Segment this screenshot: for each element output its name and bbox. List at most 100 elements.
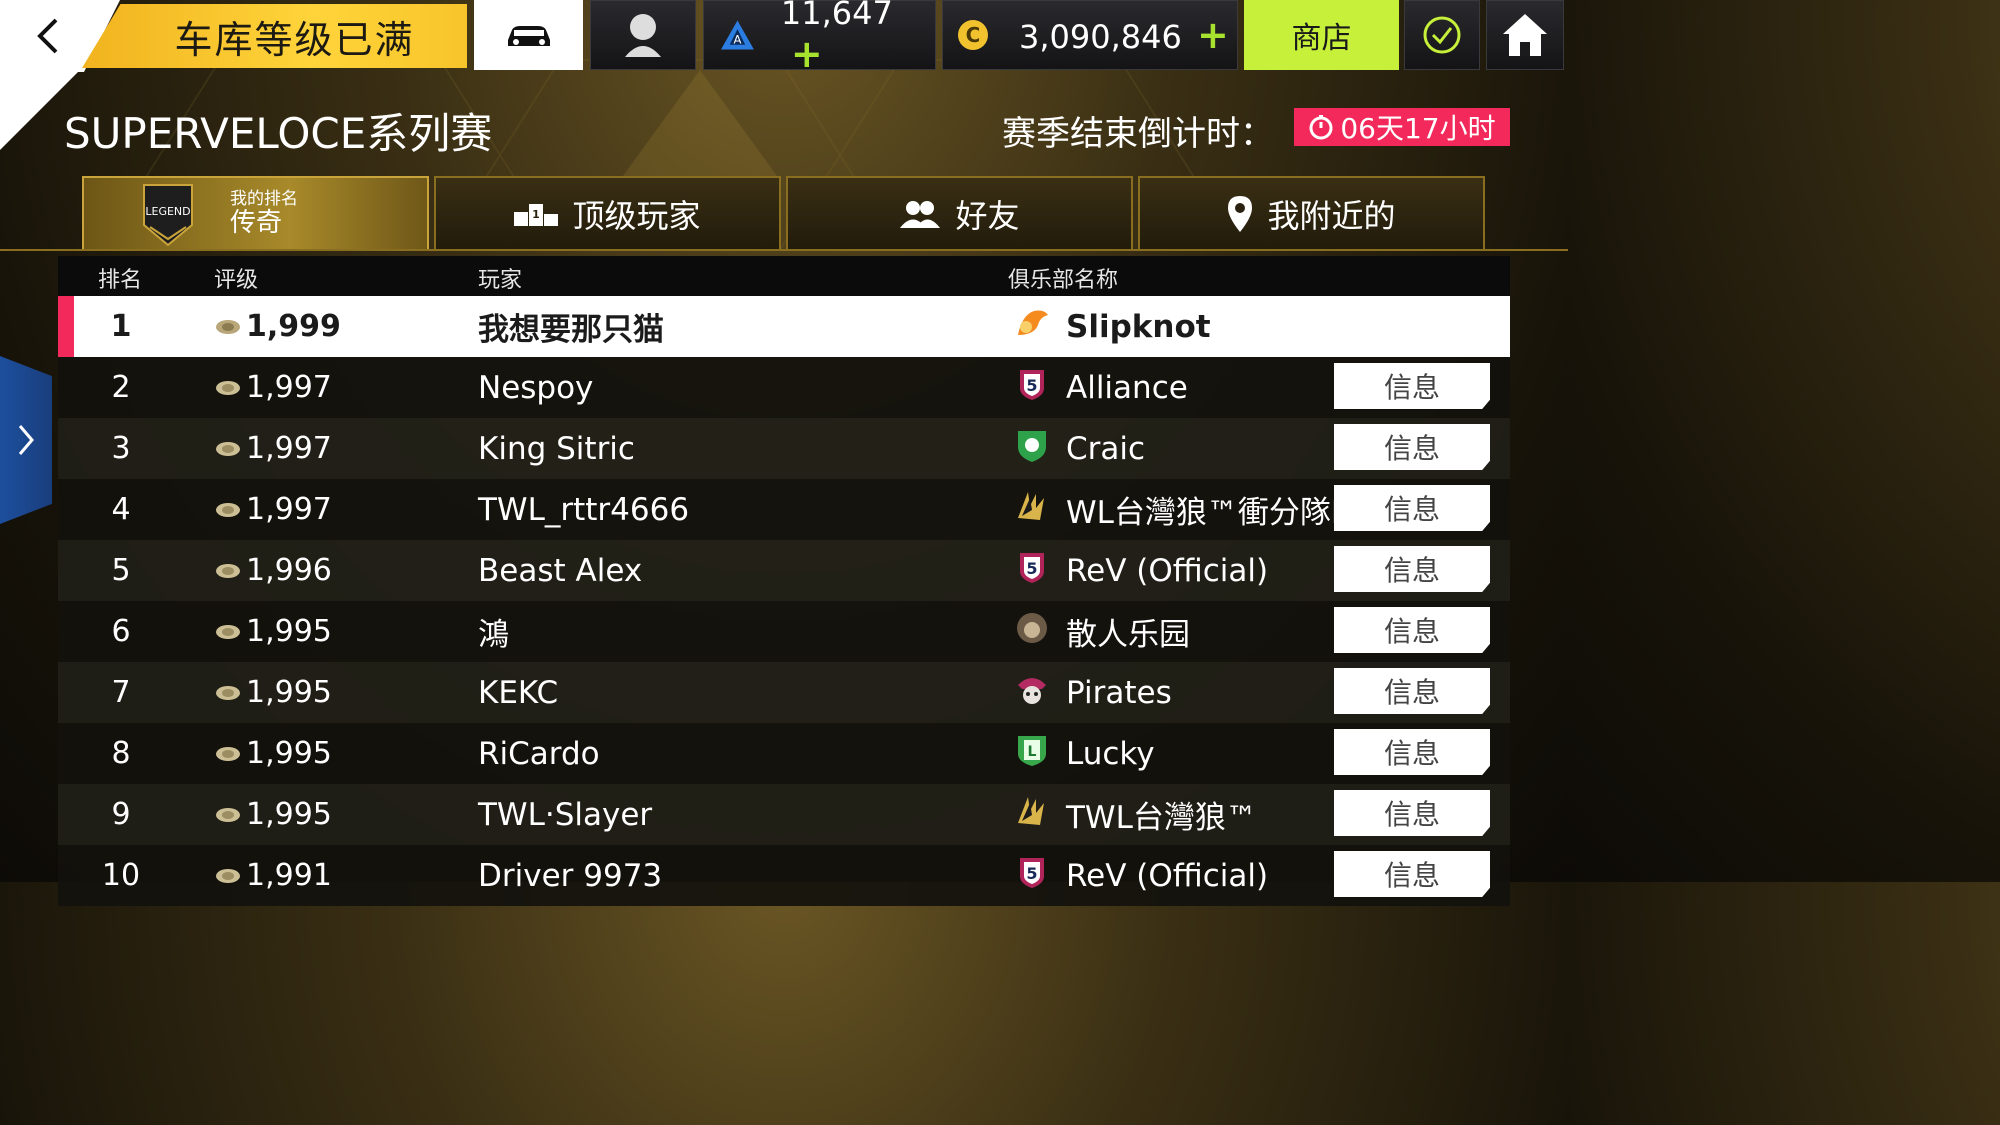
profile-button[interactable]: [590, 0, 696, 70]
row-club: 5 ReV (Official): [1014, 845, 1268, 906]
info-button[interactable]: 信息: [1334, 668, 1490, 714]
row-rating-value: 1,995: [246, 797, 332, 832]
row-rating-value: 1,995: [246, 675, 332, 710]
row-club-name: ReV (Official): [1066, 857, 1269, 894]
row-rank: 9: [111, 797, 131, 832]
row-club-name: WL台灣狼™衝分隊I: [1066, 495, 1341, 531]
leaderboard-row[interactable]: 9 1,995 TWL·Slayer TWL台灣狼™ 信息: [58, 784, 1510, 845]
row-player-name: KEKC: [478, 674, 559, 711]
row-player-name: 鴻: [478, 617, 509, 653]
rating-laurel-icon: [216, 441, 240, 456]
row-club-name: Craic: [1066, 430, 1146, 467]
svg-text:5: 5: [1026, 376, 1037, 395]
tab-top-players[interactable]: 1 顶级玩家: [434, 176, 781, 250]
row-rating-value: 1,997: [246, 492, 332, 527]
info-button[interactable]: 信息: [1334, 729, 1490, 775]
tab-nearby[interactable]: 我附近的: [1138, 176, 1485, 250]
season-countdown-label: 赛季结束倒计时：: [1002, 114, 1274, 154]
info-button[interactable]: 信息: [1334, 851, 1490, 897]
info-button[interactable]: 信息: [1334, 363, 1490, 409]
info-button[interactable]: 信息: [1334, 790, 1490, 836]
row-club: Pirates: [1014, 662, 1172, 723]
wolf-claw-icon: [1014, 488, 1050, 532]
friends-icon: [900, 201, 941, 228]
info-button[interactable]: 信息: [1334, 607, 1490, 653]
rating-laurel-icon: [216, 746, 240, 761]
row-club-name: ReV (Official): [1066, 552, 1269, 589]
leaderboard-row[interactable]: 3 1,997 King Sitric Craic 信息: [58, 418, 1510, 479]
add-tokens-button[interactable]: +: [791, 32, 823, 76]
row-rating: 1,995: [214, 784, 332, 845]
info-button[interactable]: 信息: [1334, 546, 1490, 592]
wolf-claw-icon: [1014, 793, 1050, 837]
leaderboard-row[interactable]: 8 1,995 RiCardo L Lucky 信息: [58, 723, 1510, 784]
stopwatch-icon: [1309, 115, 1333, 140]
token-icon: A: [720, 20, 754, 50]
lion-icon: [1014, 610, 1050, 654]
row-club-name: Lucky: [1066, 735, 1155, 772]
rating-laurel-icon: [216, 624, 240, 639]
row-rank: 4: [111, 492, 131, 527]
leaderboard-row[interactable]: 5 1,996 Beast Alex 5 ReV (Official) 信息: [58, 540, 1510, 601]
credits-value: 3,090,846: [1019, 18, 1182, 56]
my-player-row[interactable]: 1 1,999 我想要那只猫 Slipknot: [58, 296, 1510, 357]
tab-friends[interactable]: 好友: [786, 176, 1133, 250]
info-button[interactable]: 信息: [1334, 485, 1490, 531]
row-rating: 1,997: [214, 479, 332, 540]
row-player-name: King Sitric: [478, 430, 635, 467]
info-button[interactable]: 信息: [1334, 424, 1490, 470]
tab-top-players-label: 顶级玩家: [572, 197, 701, 235]
svg-text:5: 5: [1026, 559, 1037, 578]
chevron-right-icon: [18, 425, 34, 455]
row-player-name: 我想要那只猫: [478, 312, 664, 348]
profile-avatar-icon: [625, 14, 661, 57]
token-currency[interactable]: A 11,647 +: [703, 0, 936, 76]
row-player-name: Beast Alex: [478, 552, 643, 589]
row-rating: 1,997: [214, 357, 332, 418]
tasks-button[interactable]: [1404, 0, 1480, 70]
tab-my-rank[interactable]: LEGEND 我的排名 传奇: [82, 176, 429, 250]
row-rating-value: 1,995: [246, 614, 332, 649]
add-credits-button[interactable]: +: [1197, 13, 1229, 57]
legend-league-badge-icon: LEGEND: [143, 184, 193, 247]
pirate-icon: [1014, 671, 1050, 715]
row-club-name: TWL台灣狼™: [1066, 800, 1257, 836]
row-club-name: 散人乐园: [1066, 617, 1190, 653]
leaderboard-row[interactable]: 7 1,995 KEKC Pirates 信息: [58, 662, 1510, 723]
row-rank: 2: [111, 370, 131, 405]
row-rating: 1,995: [214, 723, 332, 784]
row-rank: 10: [101, 858, 141, 893]
shop-button[interactable]: 商店: [1244, 0, 1399, 70]
row-club: Slipknot: [1014, 296, 1211, 357]
location-pin-icon: [1228, 196, 1253, 232]
row-rating: 1,991: [214, 845, 332, 906]
row-rating-value: 1,991: [246, 858, 332, 893]
row-rank: 8: [111, 736, 131, 771]
podium-icon: 1: [514, 204, 559, 226]
home-icon: [1503, 14, 1547, 56]
rating-laurel-icon: [216, 563, 240, 578]
rating-laurel-icon: [216, 319, 240, 334]
green-l-icon: L: [1014, 732, 1050, 776]
leaderboard-row[interactable]: 4 1,997 TWL_rttr4666 WL台灣狼™衝分隊I 信息: [58, 479, 1510, 540]
garage-car-button[interactable]: [474, 0, 583, 70]
leaderboard-row[interactable]: 2 1,997 Nespoy 5 Alliance 信息: [58, 357, 1510, 418]
row-rating-value: 1,999: [246, 309, 341, 344]
svg-text:LEGEND: LEGEND: [145, 205, 190, 218]
row-rating-value: 1,997: [246, 370, 332, 405]
row-club: 5 ReV (Official): [1014, 540, 1268, 601]
home-button[interactable]: [1486, 0, 1564, 70]
credits-currency[interactable]: C 3,090,846 +: [942, 0, 1238, 70]
leaderboard-row[interactable]: 10 1,991 Driver 9973 5 ReV (Official) 信息: [58, 845, 1510, 906]
leaderboard-row[interactable]: 6 1,995 鴻 散人乐园 信息: [58, 601, 1510, 662]
shield-5-icon: 5: [1014, 549, 1050, 593]
car-icon: [507, 26, 550, 46]
svg-text:5: 5: [1026, 864, 1037, 883]
svg-text:A: A: [733, 33, 741, 47]
svg-text:1: 1: [533, 208, 541, 221]
svg-text:C: C: [966, 23, 981, 47]
row-club: WL台灣狼™衝分隊I: [1014, 479, 1340, 540]
side-panel-toggle[interactable]: [0, 356, 52, 524]
row-club-name: Pirates: [1066, 674, 1172, 711]
rating-laurel-icon: [216, 807, 240, 822]
